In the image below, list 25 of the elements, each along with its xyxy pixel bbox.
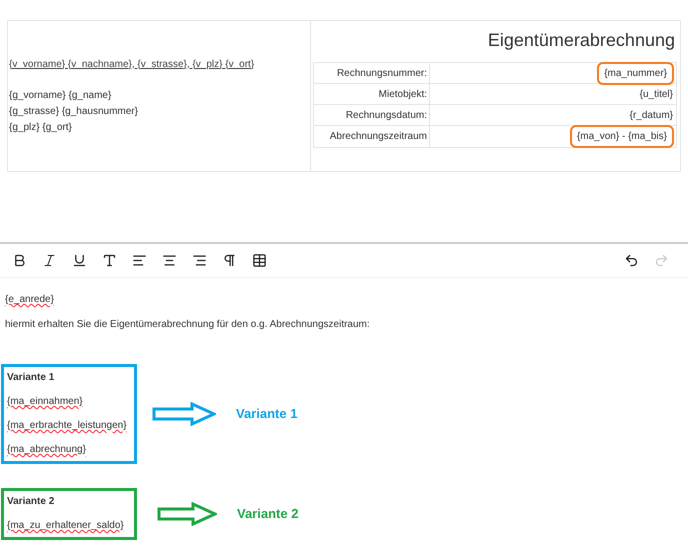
arrow-icon xyxy=(157,502,217,526)
variant-heading: Variante 1 xyxy=(7,371,56,385)
table-cell-text: {u_titel} xyxy=(638,88,674,102)
document-title: Eigentümerabrechnung xyxy=(488,29,675,52)
placeholder-field: {ma_erbrachte_leistungen} xyxy=(7,418,127,433)
variant-label: Variante 1 xyxy=(236,405,298,424)
table-cell: Mietobjekt: xyxy=(314,84,430,104)
placeholder-field: {ma_abrechnung} xyxy=(7,442,86,457)
table-cell: {ma_von} - {ma_bis} xyxy=(570,125,674,148)
table-cell: Rechnungsnummer: xyxy=(314,63,430,83)
recipient-line: {g_vorname} {g_name} xyxy=(9,88,112,102)
arrow-icon xyxy=(152,402,216,426)
recipient-line: {g_strasse} {g_hausnummer} xyxy=(9,104,139,118)
recipient-line: {g_plz} {g_ort} xyxy=(9,120,73,134)
table-cell: {ma_nummer} xyxy=(597,62,674,84)
table-cell-text: {r_datum} xyxy=(628,108,674,122)
sender-line: {v_vorname} {v_nachname}, {v_strasse}, {v_plz} {v_ort} xyxy=(9,58,256,72)
variant-label: Variante 2 xyxy=(237,505,298,524)
variant-heading: Variante 2 xyxy=(7,495,56,509)
paragraph: {e_anrede} xyxy=(5,293,54,307)
placeholder-field: {ma_zu_erhaltener_saldo} xyxy=(7,518,124,533)
paragraph: hiermit erhalten Sie die Eigentümerabrechnung für den o.g. Abrechnungszeitraum: xyxy=(5,318,371,332)
table-cell: Abrechnungszeitraum xyxy=(314,126,430,147)
table-cell: Rechnungsdatum: xyxy=(314,105,430,125)
placeholder-field: {ma_einnahmen} xyxy=(7,394,83,409)
